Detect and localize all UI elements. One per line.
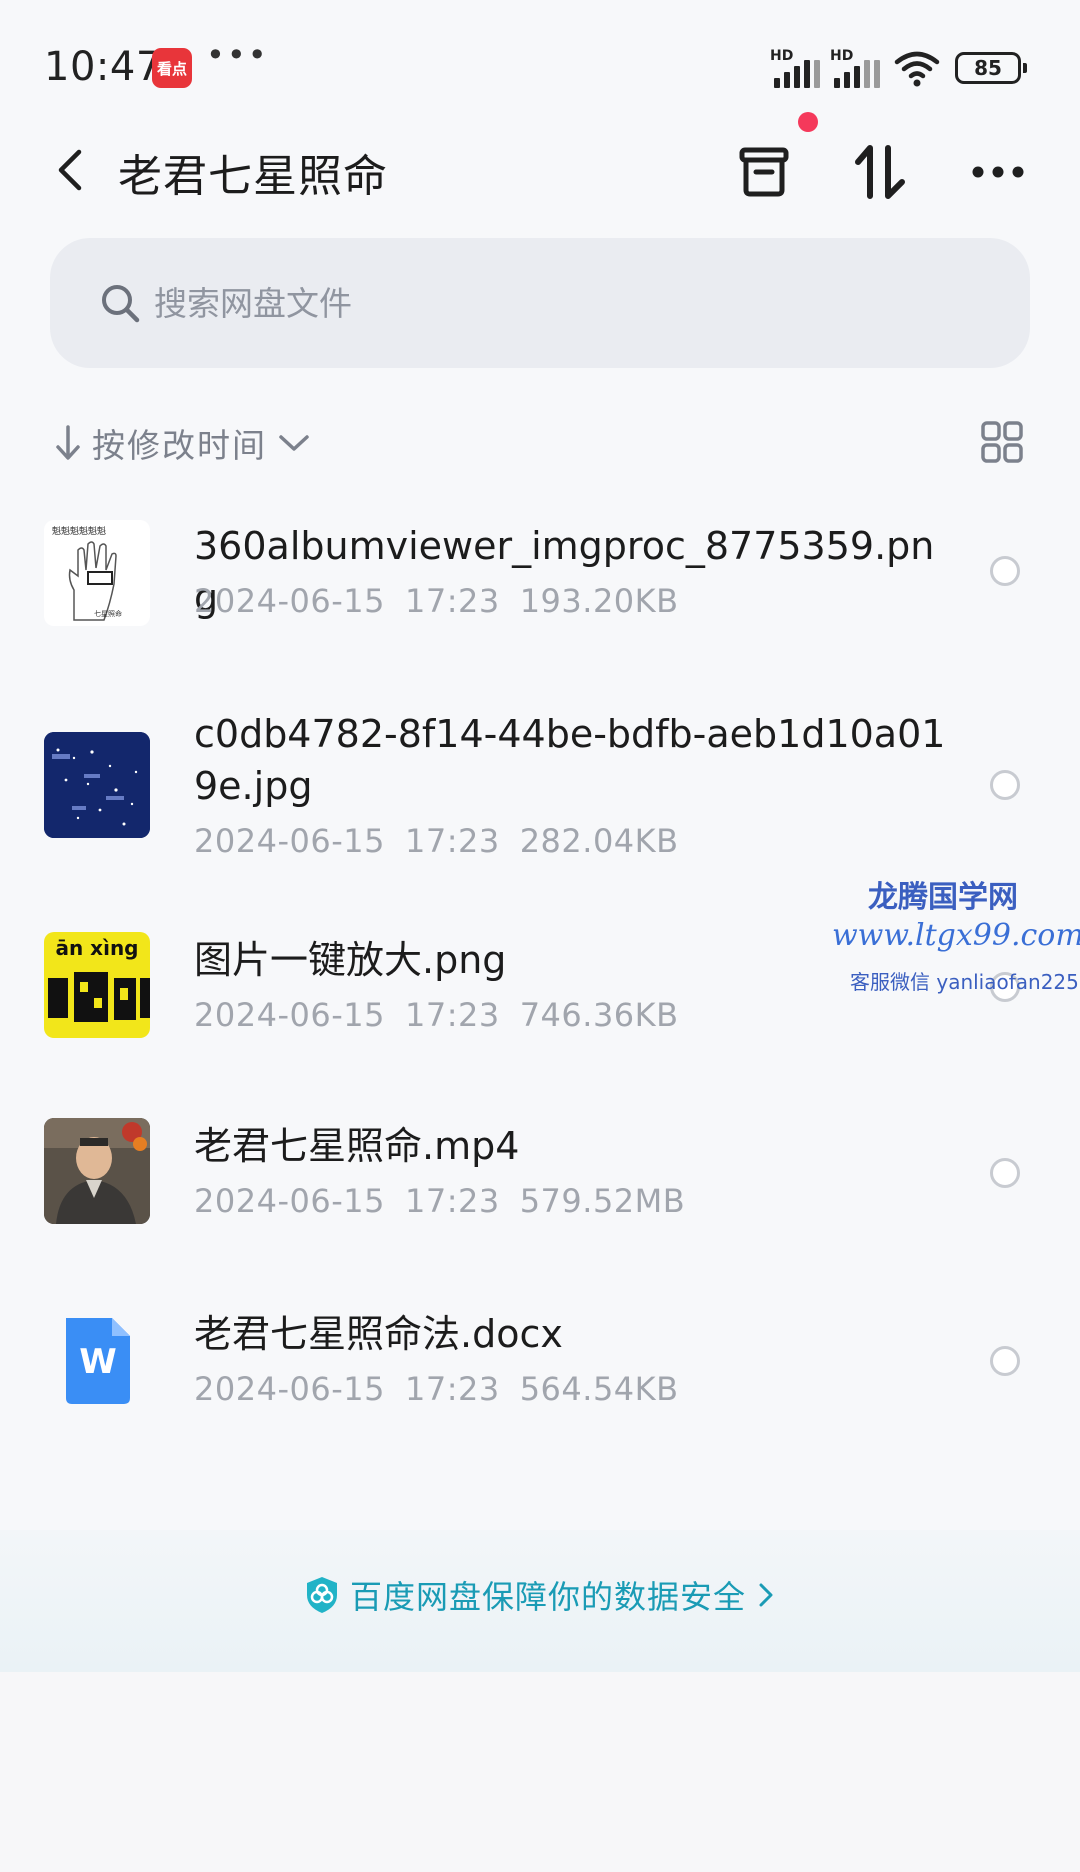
video-thumbnail-icon xyxy=(44,1118,150,1224)
chevron-down-icon xyxy=(279,435,309,451)
file-name: 老君七星照命法.docx xyxy=(194,1312,563,1356)
file-size: 579.52MB xyxy=(519,1182,686,1220)
notification-dot xyxy=(798,112,818,132)
file-time: 17:23 xyxy=(404,996,500,1034)
wifi-icon xyxy=(893,48,941,88)
file-date: 2024-06-15 xyxy=(194,1370,385,1408)
file-meta: 2024-06-15 17:23 746.36KB xyxy=(194,996,699,1034)
more-button[interactable] xyxy=(962,136,1034,208)
file-name: 老君七星照命.mp4 xyxy=(194,1124,520,1168)
star-map-icon xyxy=(44,732,150,838)
shield-icon xyxy=(306,1577,337,1613)
chevron-right-icon xyxy=(759,1583,773,1607)
back-button[interactable] xyxy=(42,142,98,198)
file-row[interactable]: W 老君七星照命法.docx 2024-06-15 17:23 564.54KB xyxy=(0,1296,1080,1436)
file-thumbnail xyxy=(44,1118,150,1224)
file-name: c0db4782-8f14-44be-bdfb-aeb1d10a019e.jpg xyxy=(194,712,946,808)
file-time: 17:23 xyxy=(404,822,500,860)
signal-icon: HD xyxy=(830,48,882,88)
select-radio[interactable] xyxy=(990,556,1020,586)
hand-diagram-icon: 魁魁魁魁魁魁 七星照命 xyxy=(52,525,122,621)
file-meta: 2024-06-15 17:23 193.20KB xyxy=(194,582,699,620)
search-icon xyxy=(98,281,142,325)
page-title: 老君七星照命 xyxy=(118,151,388,202)
transfer-button[interactable] xyxy=(844,136,916,208)
security-text: 百度网盘保障你的数据安全 xyxy=(349,1578,746,1616)
search-bar[interactable] xyxy=(50,238,1030,368)
file-date: 2024-06-15 xyxy=(194,582,385,620)
calligraphy-icon xyxy=(48,972,150,1022)
watermark-title: 龙腾国学网 xyxy=(868,880,1018,915)
status-bar: 10:47 看点 ••• HD HD 85 xyxy=(0,0,1080,130)
grid-view-icon xyxy=(981,421,1023,463)
sort-label: 按修改时间 xyxy=(92,426,267,465)
select-radio[interactable] xyxy=(990,1158,1020,1188)
file-row[interactable]: 魁魁魁魁魁魁 七星照命 360albumviewer_imgproc_87753… xyxy=(0,500,1080,650)
battery-level: 85 xyxy=(974,56,1002,80)
file-meta: 2024-06-15 17:23 579.52MB xyxy=(194,1182,705,1220)
file-meta: 2024-06-15 17:23 564.54KB xyxy=(194,1370,699,1408)
file-thumbnail: ān xìng xyxy=(44,932,150,1038)
app-notification-icon: 看点 xyxy=(152,48,192,88)
search-input[interactable] xyxy=(154,283,914,323)
grid-view-button[interactable] xyxy=(980,420,1028,468)
file-time: 17:23 xyxy=(404,1182,500,1220)
file-thumbnail: W xyxy=(44,1308,150,1414)
file-date: 2024-06-15 xyxy=(194,1182,385,1220)
file-time: 17:23 xyxy=(404,1370,500,1408)
file-size: 282.04KB xyxy=(519,822,679,860)
header: 老君七星照命 xyxy=(0,120,1080,220)
file-date: 2024-06-15 xyxy=(194,822,385,860)
select-radio[interactable] xyxy=(990,1346,1020,1376)
empty-area xyxy=(0,1672,1080,1872)
svg-text:魁魁魁魁魁魁: 魁魁魁魁魁魁 xyxy=(52,525,106,537)
select-radio[interactable] xyxy=(990,770,1020,800)
archive-button[interactable] xyxy=(728,136,800,208)
file-row[interactable]: 老君七星照命.mp4 2024-06-15 17:23 579.52MB xyxy=(0,1108,1080,1248)
status-time: 10:47 xyxy=(44,44,162,90)
file-meta: 2024-06-15 17:23 282.04KB xyxy=(194,822,699,860)
file-thumbnail xyxy=(44,732,150,838)
svg-text:七星照命: 七星照命 xyxy=(94,609,122,618)
word-doc-letter: W xyxy=(79,1342,117,1382)
file-date: 2024-06-15 xyxy=(194,996,385,1034)
more-icon xyxy=(972,166,1024,178)
sort-button[interactable]: 按修改时间 xyxy=(54,418,311,468)
back-icon xyxy=(58,149,82,191)
archive-icon xyxy=(739,147,789,197)
file-thumbnail: 魁魁魁魁魁魁 七星照命 xyxy=(44,520,150,626)
watermark-url: www.ltgx99.com xyxy=(832,918,1080,953)
watermark-contact: 客服微信 yanliaofan225 xyxy=(850,970,1079,994)
battery-icon: 85 xyxy=(955,52,1027,84)
file-time: 17:23 xyxy=(404,582,500,620)
file-size: 193.20KB xyxy=(519,582,679,620)
file-size: 564.54KB xyxy=(519,1370,679,1408)
security-link[interactable]: 百度网盘保障你的数据安全 xyxy=(0,1572,1080,1618)
file-size: 746.36KB xyxy=(519,996,679,1034)
status-more-icon: ••• xyxy=(206,36,269,74)
file-row[interactable]: c0db4782-8f14-44be-bdfb-aeb1d10a019e.jpg… xyxy=(0,700,1080,880)
transfer-icon xyxy=(855,145,905,199)
sort-arrow-icon xyxy=(56,425,80,460)
signal-icon: HD xyxy=(770,48,822,88)
